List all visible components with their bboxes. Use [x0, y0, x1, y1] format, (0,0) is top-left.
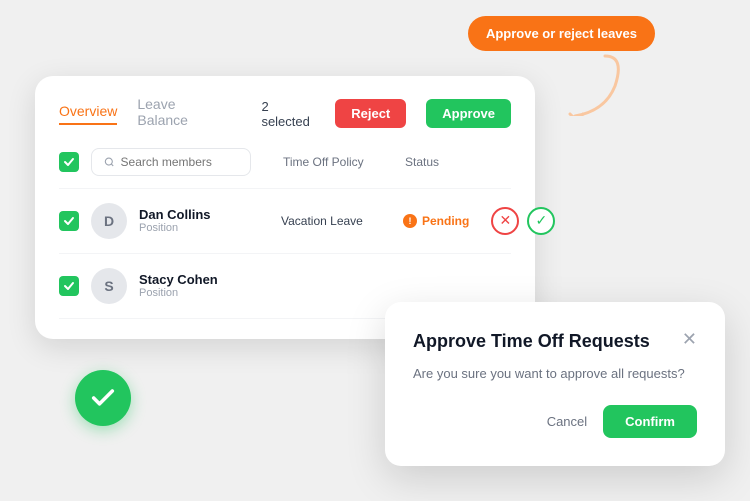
table-row: D Dan Collins Position Vacation Leave ! …: [59, 189, 511, 254]
avatar-1: S: [91, 268, 127, 304]
search-box[interactable]: [91, 148, 251, 176]
employee-name-1: Stacy Cohen: [139, 272, 269, 287]
search-input[interactable]: [121, 155, 238, 169]
approve-button[interactable]: Approve: [426, 99, 511, 128]
employee-name-0: Dan Collins: [139, 207, 269, 222]
tab-overview[interactable]: Overview: [59, 103, 117, 125]
tab-leave-balance[interactable]: Leave Balance: [137, 96, 221, 132]
col-header-status: Status: [405, 155, 439, 169]
pending-dot-0: !: [403, 214, 417, 228]
col-header-time-off: Time Off Policy: [283, 155, 393, 169]
approve-action-0[interactable]: ✓: [527, 207, 555, 235]
main-panel: Overview Leave Balance 2 selected Reject…: [35, 76, 535, 339]
selected-count: 2 selected: [261, 99, 315, 129]
employee-checkbox-0[interactable]: [59, 211, 79, 231]
modal-header: Approve Time Off Requests ✕: [413, 330, 697, 353]
time-off-label-0: Vacation Leave: [281, 214, 391, 228]
action-buttons-0: ✕ ✓: [491, 207, 555, 235]
modal: Approve Time Off Requests ✕ Are you sure…: [385, 302, 725, 465]
search-icon: [104, 156, 115, 168]
modal-body: Are you sure you want to approve all req…: [413, 366, 697, 381]
select-all-checkbox[interactable]: [59, 152, 79, 172]
status-badge-0: ! Pending: [403, 214, 469, 228]
reject-action-0[interactable]: ✕: [491, 207, 519, 235]
avatar-0: D: [91, 203, 127, 239]
employee-checkbox-1[interactable]: [59, 276, 79, 296]
confirm-button[interactable]: Confirm: [603, 405, 697, 438]
big-check-icon: [75, 370, 131, 426]
modal-title: Approve Time Off Requests: [413, 330, 650, 353]
modal-footer: Cancel Confirm: [413, 405, 697, 438]
annotation-bubble: Approve or reject leaves: [468, 16, 655, 51]
modal-close-button[interactable]: ✕: [682, 330, 697, 348]
cancel-button[interactable]: Cancel: [547, 414, 587, 429]
tabs: Overview Leave Balance 2 selected Reject…: [59, 96, 511, 132]
employee-position-1: Position: [139, 287, 269, 299]
employee-position-0: Position: [139, 222, 269, 234]
reject-button[interactable]: Reject: [335, 99, 406, 128]
